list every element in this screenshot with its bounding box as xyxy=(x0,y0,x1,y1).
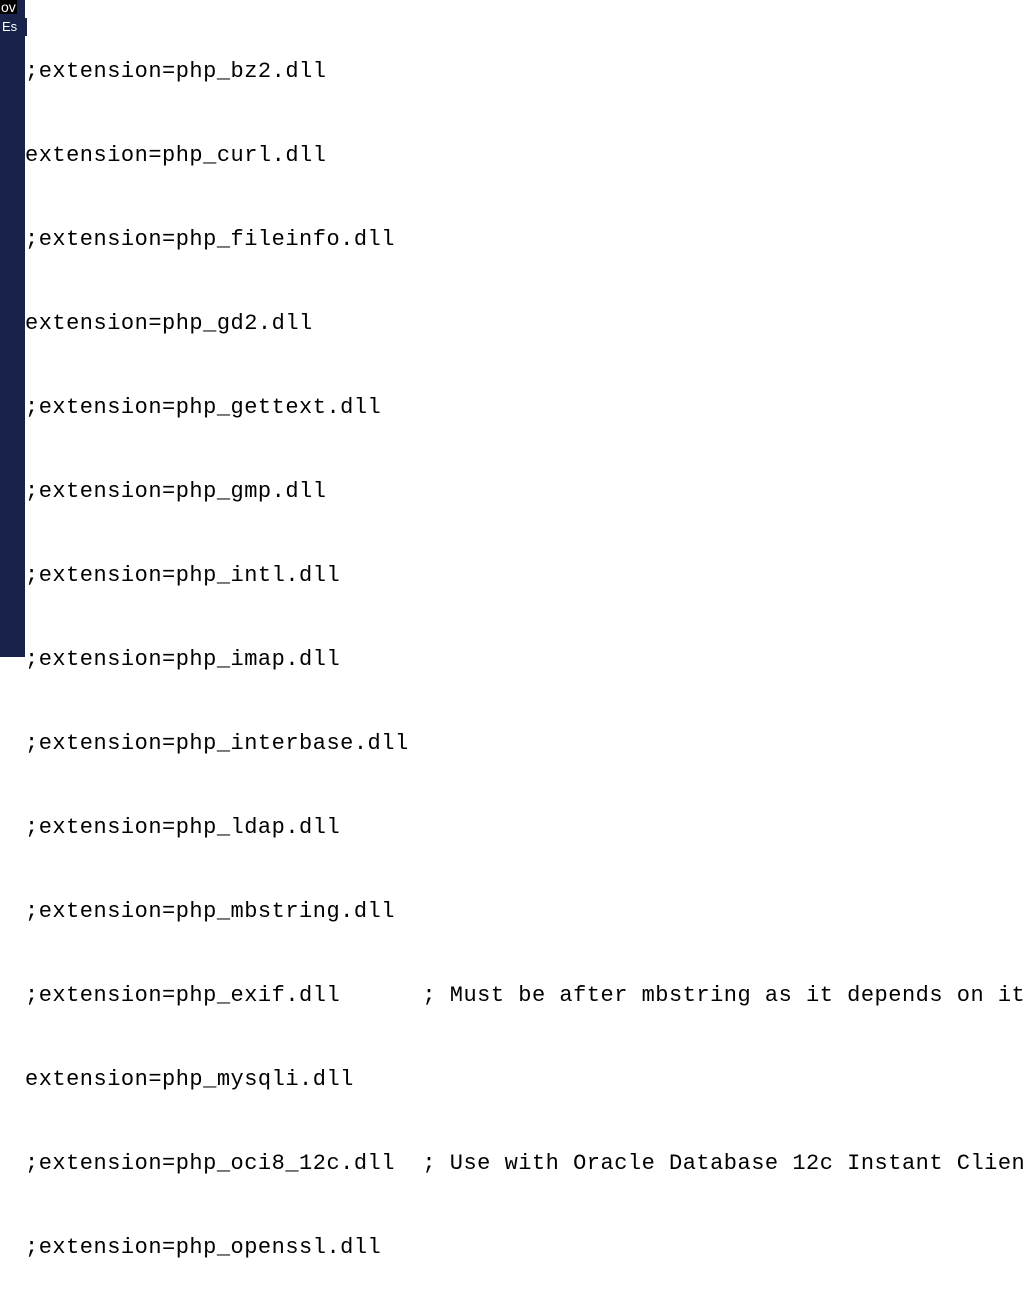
code-line[interactable]: ;extension=php_intl.dll xyxy=(25,562,1024,590)
code-line[interactable]: ;extension=php_gettext.dll xyxy=(25,394,1024,422)
code-line[interactable]: ;extension=php_mbstring.dll xyxy=(25,898,1024,926)
code-line[interactable]: ;extension=php_openssl.dll xyxy=(25,1234,1024,1262)
code-line[interactable]: ;extension=php_imap.dll xyxy=(25,646,1024,674)
code-line[interactable]: ;extension=php_exif.dll ; Must be after … xyxy=(25,982,1024,1010)
code-line[interactable]: ;extension=php_bz2.dll xyxy=(25,58,1024,86)
code-line[interactable]: ;extension=php_gmp.dll xyxy=(25,478,1024,506)
editor-content[interactable]: ;extension=php_bz2.dll extension=php_cur… xyxy=(25,2,1024,1314)
ov-badge: ov xyxy=(0,0,17,14)
code-line[interactable]: extension=php_mysqli.dll xyxy=(25,1066,1024,1094)
code-line[interactable]: ;extension=php_ldap.dll xyxy=(25,814,1024,842)
left-gutter xyxy=(0,0,25,657)
code-line[interactable]: ;extension=php_fileinfo.dll xyxy=(25,226,1024,254)
code-line[interactable]: extension=php_curl.dll xyxy=(25,142,1024,170)
es-badge: Es xyxy=(0,18,27,36)
code-line[interactable]: extension=php_gd2.dll xyxy=(25,310,1024,338)
code-line[interactable]: ;extension=php_oci8_12c.dll ; Use with O… xyxy=(25,1150,1024,1178)
code-line[interactable]: ;extension=php_interbase.dll xyxy=(25,730,1024,758)
